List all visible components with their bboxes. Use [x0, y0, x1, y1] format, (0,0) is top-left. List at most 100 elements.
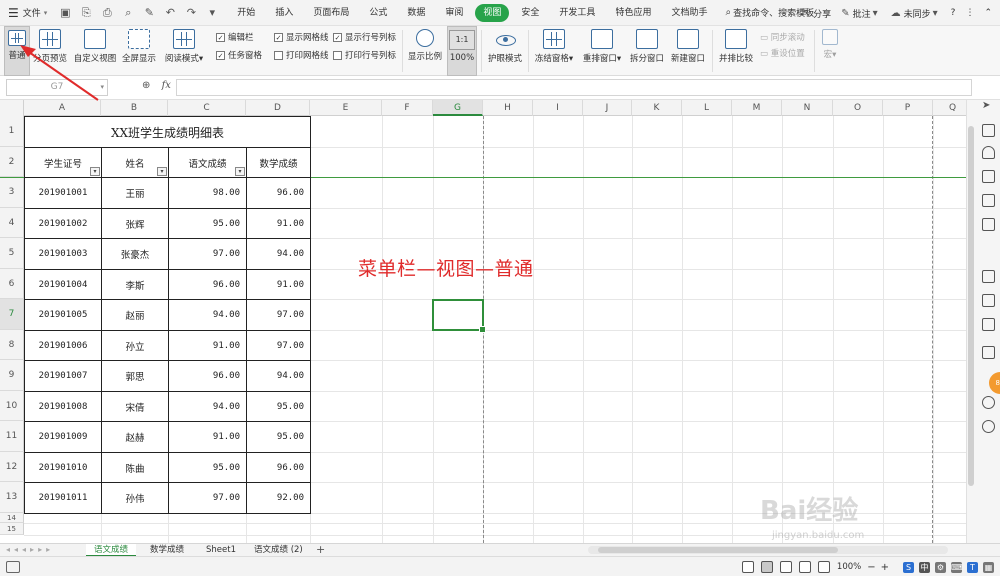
file-menu[interactable]: ☰ 文件 ▾: [8, 6, 47, 20]
row-header-15[interactable]: 15: [0, 523, 24, 535]
eye-mode-status-icon[interactable]: [741, 561, 754, 573]
column-heading[interactable]: 语文成绩 ▾: [168, 147, 247, 178]
vertical-scroll-thumb[interactable]: [968, 126, 974, 486]
shirt-icon[interactable]: T: [967, 561, 978, 573]
translate-icon[interactable]: [982, 270, 995, 283]
math-score-cell[interactable]: 94.00: [246, 238, 311, 270]
column-header-P[interactable]: P: [883, 100, 933, 116]
row-header-6[interactable]: 6: [0, 269, 24, 299]
math-score-cell[interactable]: 96.00: [246, 452, 311, 483]
image-icon[interactable]: [982, 346, 995, 359]
tab-9[interactable]: 特色应用: [607, 4, 659, 22]
name-cell[interactable]: 陈曲: [101, 452, 169, 483]
name-cell[interactable]: 宋倩: [101, 391, 169, 422]
tab-8[interactable]: 开发工具: [551, 4, 603, 22]
table-icon[interactable]: [982, 218, 995, 231]
apps-icon[interactable]: [982, 194, 995, 207]
vertical-scrollbar[interactable]: [967, 110, 975, 530]
redo-icon[interactable]: ↷: [183, 5, 199, 21]
show-gridlines-checkbox[interactable]: ✓ 显示网格线: [274, 30, 329, 44]
name-cell[interactable]: 李斯: [101, 269, 169, 300]
freeze-panes-button[interactable]: 冻结窗格▾: [532, 26, 576, 76]
horizontal-scroll-thumb[interactable]: [598, 547, 838, 553]
column-header-H[interactable]: H: [483, 100, 533, 116]
open-icon[interactable]: ⎘: [78, 5, 94, 21]
table-title[interactable]: XX班学生成绩明细表: [24, 116, 311, 148]
macro-button[interactable]: 宏▾: [818, 26, 842, 76]
side-by-side-button[interactable]: 并排比较: [717, 26, 755, 76]
history-icon[interactable]: [982, 396, 995, 409]
chinese-score-cell[interactable]: 91.00: [168, 421, 247, 453]
sheet-nav-arrows-icon[interactable]: ◂◂◂▸▸▸: [6, 544, 54, 556]
math-score-cell[interactable]: 91.00: [246, 208, 311, 239]
name-cell[interactable]: 赵赫: [101, 421, 169, 453]
filter-dropdown-icon[interactable]: ▾: [157, 167, 167, 176]
column-header-G[interactable]: G: [433, 100, 483, 116]
tab-6[interactable]: 视图: [475, 3, 510, 22]
format-icon[interactable]: [982, 170, 995, 183]
reading-mode-button[interactable]: 阅读模式▾: [162, 26, 206, 76]
collapse-ribbon-button[interactable]: ⌃: [984, 8, 992, 18]
column-header-F[interactable]: F: [382, 100, 433, 116]
column-header-D[interactable]: D: [246, 100, 310, 116]
row-header-14[interactable]: 14: [0, 513, 24, 523]
active-cell-g7[interactable]: [432, 299, 486, 333]
student-id-cell[interactable]: 201901006: [24, 330, 102, 361]
more-options-button[interactable]: ⋮: [965, 8, 974, 18]
student-id-cell[interactable]: 201901004: [24, 269, 102, 300]
format-painter-icon[interactable]: ✎: [141, 5, 157, 21]
column-header-B[interactable]: B: [101, 100, 168, 116]
undo-icon[interactable]: ↶: [162, 5, 178, 21]
style-icon[interactable]: [982, 124, 995, 137]
more-icon[interactable]: ▾: [204, 5, 220, 21]
zoom-in-button[interactable]: +: [881, 562, 889, 573]
name-cell[interactable]: 张辉: [101, 208, 169, 239]
ime-icon[interactable]: S: [903, 561, 914, 573]
grid-icon[interactable]: ▦: [983, 561, 994, 573]
chinese-score-cell[interactable]: 95.00: [168, 208, 247, 239]
chinese-score-cell[interactable]: 98.00: [168, 177, 247, 209]
chinese-score-cell[interactable]: 91.00: [168, 330, 247, 361]
settings-icon[interactable]: ⚙: [935, 561, 946, 573]
name-cell[interactable]: 孙立: [101, 330, 169, 361]
add-sheet-icon[interactable]: +: [316, 543, 325, 556]
row-header-13[interactable]: 13: [0, 482, 24, 513]
row-header-1[interactable]: 1: [0, 116, 24, 147]
language-icon[interactable]: 中: [919, 561, 930, 573]
tab-3[interactable]: 公式: [361, 4, 395, 22]
column-heading[interactable]: 学生证号 ▾: [24, 147, 102, 178]
tab-1[interactable]: 插入: [267, 4, 301, 22]
zoom-level[interactable]: 100%: [837, 562, 861, 572]
task-pane-checkbox[interactable]: ✓ 任务窗格: [216, 48, 262, 62]
filter-dropdown-icon[interactable]: ▾: [235, 167, 245, 176]
chinese-score-cell[interactable]: 95.00: [168, 452, 247, 483]
name-cell[interactable]: 孙伟: [101, 482, 169, 514]
student-id-cell[interactable]: 201901001: [24, 177, 102, 209]
sync-status-button[interactable]: ☁ 未同步 ▾: [891, 7, 941, 20]
cursor-icon[interactable]: ➤: [982, 100, 995, 113]
name-cell[interactable]: 张豪杰: [101, 238, 169, 270]
page-layout-status-icon[interactable]: [779, 561, 792, 573]
name-cell[interactable]: 赵丽: [101, 299, 169, 331]
column-header-M[interactable]: M: [732, 100, 782, 116]
row-header-5[interactable]: 5: [0, 238, 24, 269]
row-header-8[interactable]: 8: [0, 330, 24, 360]
zoom-ratio-button[interactable]: 显示比例: [406, 26, 444, 76]
new-window-button[interactable]: 新建窗口: [669, 26, 707, 76]
horizontal-scrollbar[interactable]: [588, 546, 948, 554]
column-header-K[interactable]: K: [632, 100, 682, 116]
column-header-E[interactable]: E: [310, 100, 382, 116]
keyboard-icon[interactable]: ⌨: [951, 561, 963, 573]
chinese-score-cell[interactable]: 94.00: [168, 391, 247, 422]
math-score-cell[interactable]: 96.00: [246, 177, 311, 209]
normal-view-status-icon[interactable]: [760, 561, 773, 573]
row-header-9[interactable]: 9: [0, 360, 24, 391]
row-header-2[interactable]: 2: [0, 147, 24, 177]
math-score-cell[interactable]: 94.00: [246, 360, 311, 392]
help-button[interactable]: ?: [951, 8, 956, 18]
math-score-cell[interactable]: 95.00: [246, 391, 311, 422]
share-button[interactable]: ⇱ 分享: [802, 7, 831, 20]
print-gridlines-checkbox[interactable]: 打印网格线: [274, 48, 329, 62]
student-id-cell[interactable]: 201901008: [24, 391, 102, 422]
filter-dropdown-icon[interactable]: ▾: [90, 167, 100, 176]
